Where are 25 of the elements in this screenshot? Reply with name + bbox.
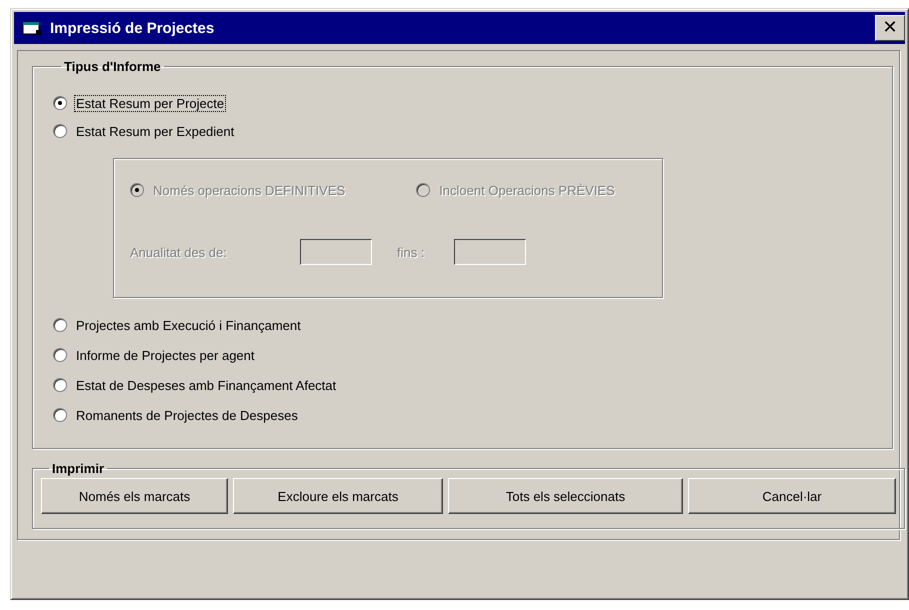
radio-label: Informe de Projectes per agent [75,348,256,362]
print-button[interactable]: Cancel·lar [688,478,896,514]
print-button[interactable]: Només els marcats [41,478,228,514]
radio-button[interactable] [53,378,67,392]
radio-button[interactable] [53,124,67,138]
radio-label: Projectes amb Execució i Finançament [75,318,302,332]
field-label: fins : [397,244,424,260]
radio-label: Només operacions DEFINITIVES [152,182,346,198]
radio-label: Estat Resum per Projecte [75,96,226,110]
radio-button[interactable] [53,408,67,422]
group-title: Imprimir [51,461,106,476]
print-button[interactable]: Tots els seleccionats [448,478,683,514]
window-title: Impressió de Projectes [50,20,216,36]
close-button[interactable]: ✕ [875,15,905,41]
radio-button[interactable] [53,96,67,110]
group-title: Tipus d'Informe [63,59,162,74]
radio-label: Estat Resum per Expedient [75,124,236,138]
field-label: Anualitat des de: [130,244,228,260]
radio-button[interactable] [53,318,67,332]
radio-label: Incloent Operacions PRÈVIES [438,182,616,198]
radio-label: Estat de Despeses amb Finançament Afectat [75,378,338,392]
radio-button[interactable] [53,348,67,362]
radio-label: Romanents de Projectes de Despeses [75,408,299,422]
window-icon [22,20,42,36]
print-button[interactable]: Excloure els marcats [233,478,443,514]
